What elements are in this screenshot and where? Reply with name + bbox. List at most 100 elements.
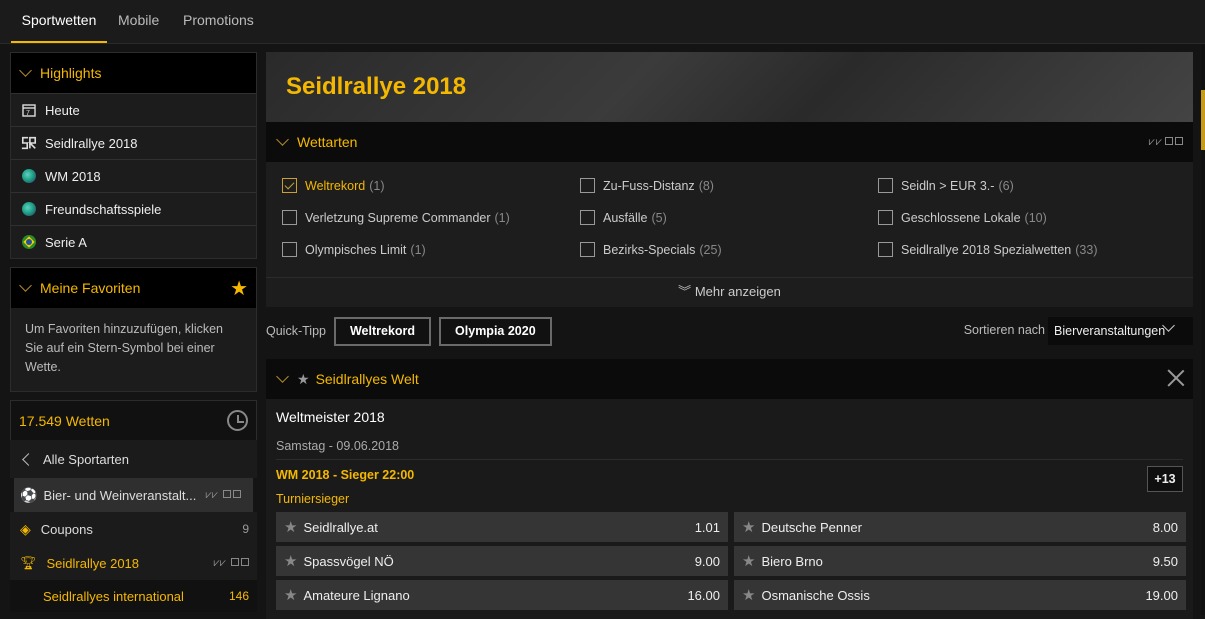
star-icon[interactable]: ★ bbox=[742, 518, 755, 536]
highlights-header[interactable]: Highlights bbox=[11, 53, 256, 93]
globe-icon bbox=[21, 168, 37, 184]
event-date: Samstag - 09.06.2018 bbox=[276, 429, 1183, 460]
odds-value: 9.00 bbox=[694, 553, 720, 569]
checkbox[interactable] bbox=[580, 210, 595, 225]
bet-count-header: 17.549 Wetten bbox=[10, 400, 257, 440]
filter-geschlossene-lokale[interactable]: Geschlossene Lokale (10) bbox=[878, 210, 1047, 225]
odds-name: Deutsche Penner bbox=[761, 519, 862, 535]
filter-label: Weltrekord bbox=[305, 178, 366, 193]
globe-icon bbox=[21, 201, 37, 217]
checkbox[interactable] bbox=[282, 242, 297, 257]
filter-zu-fuss-distanz[interactable]: Zu-Fuss-Distanz (8) bbox=[580, 178, 714, 193]
filter-label: Olympisches Limit bbox=[305, 242, 407, 257]
scrollbar-thumb[interactable] bbox=[1201, 90, 1205, 150]
sidebar-item-heute[interactable]: 7 Heute bbox=[11, 93, 256, 126]
filter-verletzung[interactable]: Verletzung Supreme Commander (1) bbox=[282, 210, 510, 225]
odds-name: Amateure Lignano bbox=[303, 587, 410, 603]
favorites-header[interactable]: Meine Favoriten ★ bbox=[11, 268, 256, 308]
sport-row-seidlrallye[interactable]: 🏆︎ Seidlrallye 2018 ⩗⩗ bbox=[10, 546, 257, 580]
hero-banner: Seidlrallye 2018 bbox=[266, 52, 1193, 122]
market-subtitle: Turniersieger bbox=[276, 492, 350, 506]
star-icon[interactable]: ★ bbox=[742, 552, 755, 570]
quick-olympia-button[interactable]: Olympia 2020 bbox=[439, 316, 552, 346]
view-toggle-icon[interactable]: ⩗⩗ bbox=[1149, 136, 1183, 149]
checkbox[interactable] bbox=[580, 178, 595, 193]
chevron-down-icon bbox=[276, 370, 289, 383]
view-toggle-icon[interactable]: ⩗⩗ bbox=[206, 489, 241, 502]
star-icon[interactable]: ★ bbox=[284, 518, 297, 536]
chevron-left-icon bbox=[22, 452, 35, 466]
event-body: Weltmeister 2018 Samstag - 09.06.2018 WM… bbox=[266, 399, 1193, 619]
filter-count: (6) bbox=[998, 178, 1014, 193]
checkbox[interactable] bbox=[580, 242, 595, 257]
filter-label: Zu-Fuss-Distanz bbox=[603, 178, 695, 193]
chevron-down-icon bbox=[19, 279, 32, 292]
checkbox[interactable] bbox=[878, 178, 893, 193]
show-more-label: Mehr anzeigen bbox=[694, 284, 781, 299]
star-icon: ★ bbox=[230, 278, 248, 300]
view-toggle-icon[interactable]: ⩗⩗ bbox=[214, 557, 249, 570]
filter-count: (8) bbox=[698, 178, 714, 193]
sidebar-item-wm2018[interactable]: WM 2018 bbox=[11, 159, 256, 192]
sidebar-item-freundschaftsspiele[interactable]: Freundschaftsspiele bbox=[11, 192, 256, 225]
more-markets-button[interactable]: +13 bbox=[1147, 466, 1183, 492]
checkbox[interactable] bbox=[878, 242, 893, 257]
event-section-header[interactable]: ★ Seidlrallyes Welt bbox=[266, 359, 1193, 399]
back-all-sports[interactable]: Alle Sportarten bbox=[10, 440, 257, 478]
quick-weltrekord-button[interactable]: Weltrekord bbox=[333, 316, 432, 346]
odds-button[interactable]: ★ Amateure Lignano 16.00 bbox=[276, 580, 728, 610]
clock-icon[interactable] bbox=[227, 410, 248, 431]
sidebar-item-label: Seidlrallye 2018 bbox=[45, 135, 138, 151]
checkbox[interactable] bbox=[282, 210, 297, 225]
odds-value: 9.50 bbox=[1152, 553, 1178, 569]
checkbox[interactable] bbox=[878, 210, 893, 225]
filter-olympisches-limit[interactable]: Olympisches Limit (1) bbox=[282, 242, 426, 257]
star-icon[interactable]: ★ bbox=[284, 586, 297, 604]
sport-row-international[interactable]: Seidlrallyes international 146 bbox=[10, 580, 257, 612]
bet-count: 17.549 Wetten bbox=[19, 412, 110, 429]
odds-value: 19.00 bbox=[1145, 587, 1178, 603]
filter-count: (25) bbox=[699, 242, 722, 257]
tab-sportwetten[interactable]: Sportwetten bbox=[11, 0, 107, 43]
odds-name: Spassvögel NÖ bbox=[303, 553, 394, 569]
highlights-box: Highlights 7 Heute Seidlrallye 2018 WM 2… bbox=[10, 52, 257, 259]
odds-button[interactable]: ★ Spassvögel NÖ 9.00 bbox=[276, 546, 728, 576]
tab-promotions[interactable]: Promotions bbox=[183, 0, 254, 43]
filter-count: (10) bbox=[1024, 210, 1047, 225]
odds-button[interactable]: ★ Osmanische Ossis 19.00 bbox=[734, 580, 1186, 610]
sidebar-item-seidlrallye[interactable]: Seidlrallye 2018 bbox=[11, 126, 256, 159]
star-icon[interactable]: ★ bbox=[284, 552, 297, 570]
filter-ausfaelle[interactable]: Ausfälle (5) bbox=[580, 210, 667, 225]
wettarten-header[interactable]: Wettarten ⩗⩗ bbox=[266, 122, 1193, 162]
star-icon[interactable]: ★ bbox=[297, 371, 310, 388]
sidebar-item-serie-a[interactable]: Serie A bbox=[11, 225, 256, 258]
close-icon[interactable] bbox=[1167, 369, 1185, 387]
filter-count: (33) bbox=[1075, 242, 1098, 257]
sort-select[interactable]: Bierveranstaltungen bbox=[1048, 317, 1193, 345]
checkbox[interactable] bbox=[282, 178, 297, 193]
calendar-icon: 7 bbox=[21, 102, 37, 118]
filter-bezirks-specials[interactable]: Bezirks-Specials (25) bbox=[580, 242, 722, 257]
main-content: Seidlrallye 2018 Wettarten ⩗⩗ Weltrekord… bbox=[266, 52, 1193, 619]
tab-mobile[interactable]: Mobile bbox=[118, 0, 159, 43]
odds-button[interactable]: ★ Seidlrallye.at 1.01 bbox=[276, 512, 728, 542]
quick-tipp-label: Quick-Tipp bbox=[266, 324, 326, 338]
sport-row-coupons[interactable]: ◈ Coupons 9 bbox=[10, 512, 257, 546]
filter-seidln[interactable]: Seidln > EUR 3.- (6) bbox=[878, 178, 1014, 193]
sidebar-item-label: Heute bbox=[45, 102, 80, 118]
wettarten-filters: Weltrekord (1) Zu-Fuss-Distanz (8) Seidln … bbox=[266, 162, 1193, 277]
back-label: Alle Sportarten bbox=[43, 451, 129, 467]
odds-button[interactable]: ★ Deutsche Penner 8.00 bbox=[734, 512, 1186, 542]
sidebar-item-label: Serie A bbox=[45, 234, 87, 250]
odds-button[interactable]: ★ Biero Brno 9.50 bbox=[734, 546, 1186, 576]
sport-row-bier[interactable]: ⚽ Bier- und Weinveranstalt... ⩗⩗ bbox=[14, 478, 253, 512]
filter-count: (1) bbox=[494, 210, 510, 225]
trophy-icon: 🏆︎ bbox=[20, 555, 37, 570]
star-icon[interactable]: ★ bbox=[742, 586, 755, 604]
show-more-button[interactable]: ︾ Mehr anzeigen bbox=[266, 277, 1193, 307]
odds-value: 16.00 bbox=[687, 587, 720, 603]
sidebar-item-label: WM 2018 bbox=[45, 168, 101, 184]
filter-spezialwetten[interactable]: Seidlrallye 2018 Spezialwetten (33) bbox=[878, 242, 1097, 257]
market-title: WM 2018 - Sieger 22:00 +13 bbox=[276, 466, 1183, 492]
filter-weltrekord[interactable]: Weltrekord (1) bbox=[282, 178, 385, 193]
